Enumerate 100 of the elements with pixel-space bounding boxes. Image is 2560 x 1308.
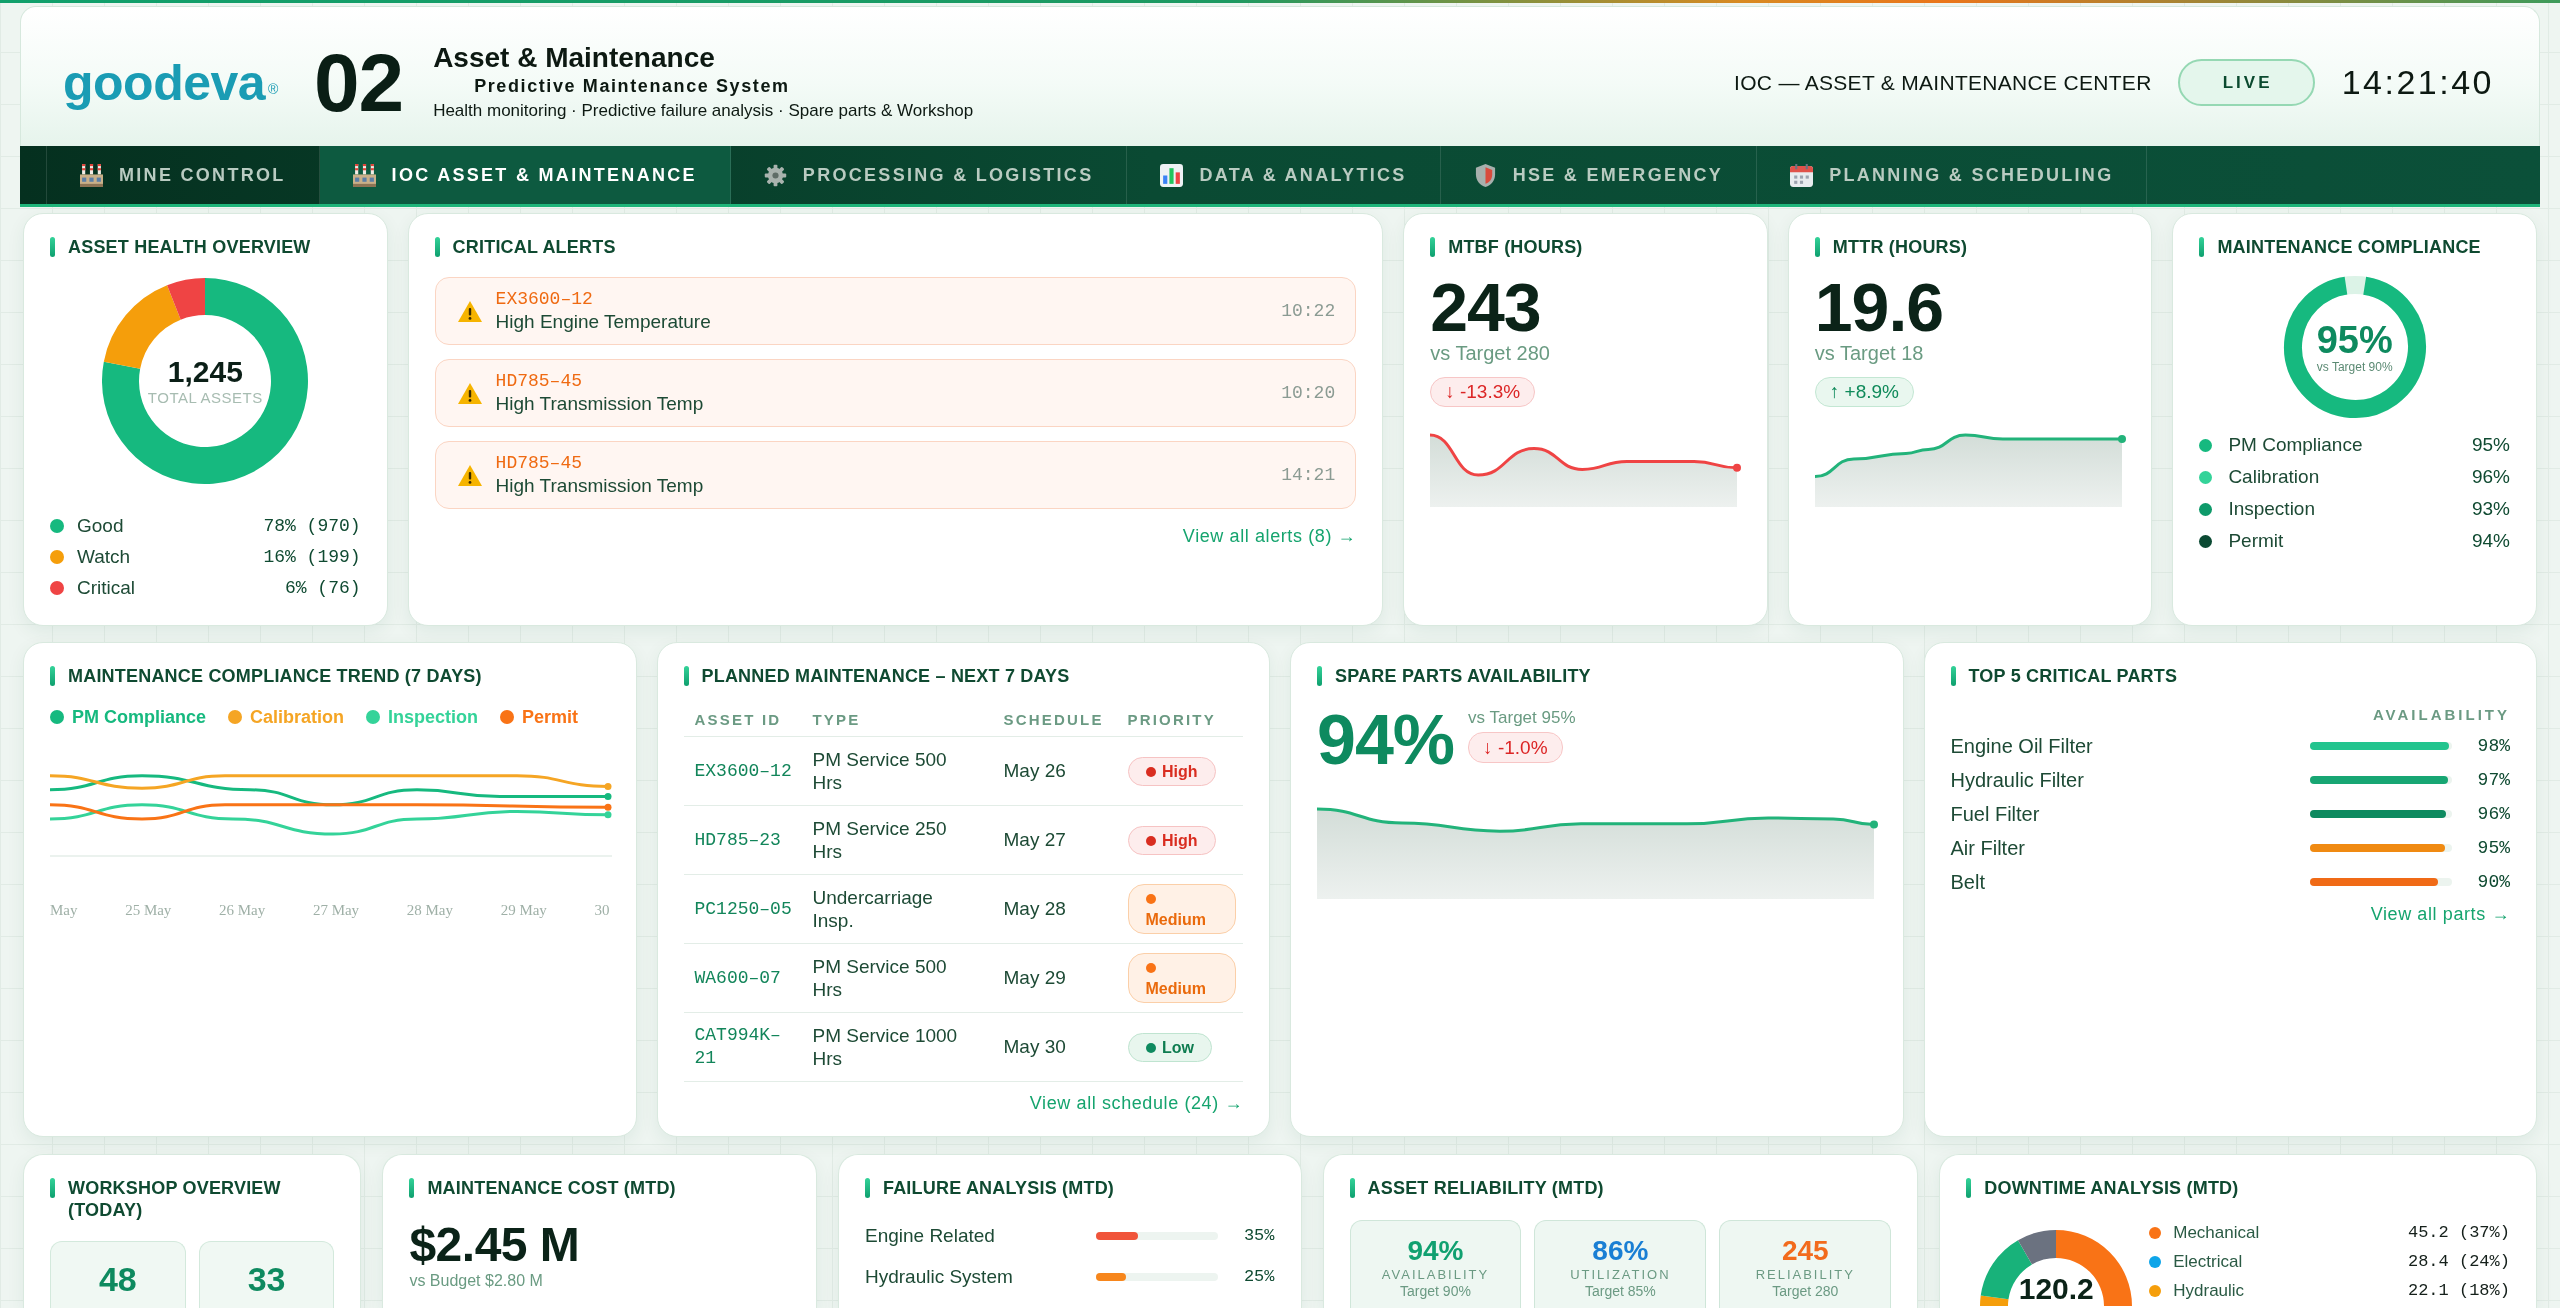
title-marker-icon xyxy=(864,1178,870,1198)
legend-label: Permit xyxy=(522,706,579,729)
title-marker-icon xyxy=(683,666,689,686)
stat-value: 86% xyxy=(1592,1235,1649,1267)
kpi-value: $2.45 M xyxy=(409,1219,580,1271)
part-name: Hydraulic Filter xyxy=(1950,768,2084,792)
failure-value: 25% xyxy=(1242,1267,1275,1286)
table-cell: HD785–23 xyxy=(694,828,781,852)
view-all-link[interactable]: View all schedule (24) → xyxy=(1029,1092,1243,1114)
table-cell: May 29 xyxy=(1003,967,1066,989)
legend-value: 78% (970) xyxy=(263,515,361,536)
card-title: ASSET RELIABILITY (MTD) xyxy=(1367,1177,1604,1199)
stat-value: 48 xyxy=(98,1262,137,1296)
asset-id: EX3600–12 xyxy=(495,288,593,310)
center-name: IOC — ASSET & MAINTENANCE CENTER xyxy=(1734,70,2152,95)
legend-label: Permit xyxy=(2228,530,2284,552)
part-name: Belt xyxy=(1950,870,1985,894)
alert-message: High Engine Temperature xyxy=(495,310,711,334)
legend-label: Inspection xyxy=(2228,498,2315,520)
change-badge: ↓ -13.3% xyxy=(1430,377,1536,407)
nav-tab[interactable]: PLANNING & SCHEDULING xyxy=(1757,146,2148,204)
title-marker-icon xyxy=(1814,237,1820,257)
bar-chart-icon xyxy=(1160,163,1184,187)
column-header: SCHEDULE xyxy=(1003,711,1105,728)
target-text: vs Target 18 xyxy=(1814,341,1924,365)
card-title: MTBF (HOURS) xyxy=(1448,236,1583,258)
change-badge: ↓ -1.0% xyxy=(1468,732,1563,763)
part-name: Engine Oil Filter xyxy=(1950,734,2093,758)
status-dot-icon xyxy=(1145,766,1156,777)
factory-icon xyxy=(80,163,103,187)
axis-label: 27 May xyxy=(312,901,360,919)
table-cell-text: Undercarriage Insp. xyxy=(812,886,934,932)
card-title: MAINTENANCE COMPLIANCE xyxy=(2217,236,2481,258)
table-cell: May 26 xyxy=(1003,760,1066,782)
stat-value: 33 xyxy=(247,1262,286,1296)
priority-label: High xyxy=(1161,762,1198,780)
warning-icon xyxy=(457,300,482,322)
table-cell: May 30 xyxy=(1003,1036,1066,1058)
card-title: PLANNED MAINTENANCE – NEXT 7 DAYS xyxy=(701,665,1070,687)
legend-value: 6% (76) xyxy=(284,577,361,598)
asset-id: HD785–45 xyxy=(495,370,582,392)
view-all-link[interactable]: View all parts → xyxy=(2370,903,2510,925)
alert-message: High Transmission Temp xyxy=(495,474,704,498)
title-marker-icon xyxy=(1950,666,1956,686)
card-title: FAILURE ANALYSIS (MTD) xyxy=(882,1177,1115,1199)
view-all-link[interactable]: View all alerts (8) → xyxy=(1182,525,1357,547)
nav-tab[interactable]: IOC ASSET & MAINTENANCE xyxy=(319,146,731,204)
title-marker-icon xyxy=(50,1178,55,1198)
legend-value: 95% xyxy=(2471,434,2510,456)
target-text: Target 85% xyxy=(1584,1283,1656,1300)
table-cell: PC1250–05 xyxy=(694,897,792,921)
warning-icon xyxy=(457,382,482,404)
total-label: TOTAL ASSETS xyxy=(147,389,263,407)
card-title: DOWNTIME ANALYSIS (MTD) xyxy=(1984,1177,2239,1199)
legend-label: Watch xyxy=(77,545,131,568)
status-dot-icon xyxy=(1145,963,1156,973)
target-text: vs Budget $2.80 M xyxy=(409,1271,543,1291)
alert-time: 14:21 xyxy=(1281,465,1336,485)
section-number: 02 xyxy=(313,41,404,124)
column-header: ASSET ID xyxy=(694,711,783,728)
target-text: vs Target 90% xyxy=(2316,360,2393,374)
nav-tab[interactable]: HSE & EMERGENCY xyxy=(1440,146,1758,204)
axis-label: 30 xyxy=(594,901,610,919)
priority-label: Medium xyxy=(1145,911,1206,928)
availability-value: 98% xyxy=(2476,736,2510,756)
nav-tab[interactable]: PROCESSING & LOGISTICS xyxy=(730,146,1128,204)
legend-label: Electrical xyxy=(2173,1251,2243,1272)
stat-label: AVAILABILITY xyxy=(1381,1267,1490,1283)
stat-label: UTILIZATION xyxy=(1570,1267,1671,1283)
axis-label: 28 May xyxy=(406,901,453,919)
nav-tab[interactable]: MINE CONTROL xyxy=(46,146,320,204)
part-name: Air Filter xyxy=(1950,836,2025,860)
card-title: MAINTENANCE COMPLIANCE TREND (7 DAYS) xyxy=(68,665,482,687)
table-cell-text: PM Service 1000 Hrs xyxy=(812,1024,959,1070)
column-header: TYPE xyxy=(812,711,862,728)
legend-value: 16% (199) xyxy=(263,546,361,567)
card-title: MTTR (HOURS) xyxy=(1832,236,1968,258)
alert-time: 10:20 xyxy=(1281,383,1336,403)
target-text: vs Target 280 xyxy=(1430,341,1550,365)
axis-label: 26 May xyxy=(219,901,266,919)
axis-label: 25 May xyxy=(125,901,172,919)
title-marker-icon xyxy=(50,237,55,257)
table-cell-text: PM Service 500 Hrs xyxy=(812,955,948,1001)
kpi-value: 19.6 xyxy=(1814,273,1944,341)
legend-label: Calibration xyxy=(2228,466,2320,488)
title-marker-icon xyxy=(1966,1178,1972,1198)
title-marker-icon xyxy=(1430,237,1436,257)
table-cell-text: PM Service 250 Hrs xyxy=(812,817,948,863)
alert-time: 10:22 xyxy=(1281,301,1336,321)
stat-label: RELIABILITY xyxy=(1755,1267,1855,1283)
compliance-value: 95% xyxy=(2316,320,2393,360)
priority-label: Medium xyxy=(1145,980,1206,997)
table-cell-text: PM Service 500 Hrs xyxy=(812,748,948,794)
kpi-value: 94% xyxy=(1317,705,1455,775)
table-cell: EX3600–12 xyxy=(694,759,792,783)
column-header: AVAILABILITY xyxy=(2372,705,2510,725)
target-text: Target 90% xyxy=(1400,1283,1471,1300)
nav-tab[interactable]: DATA & ANALYTICS xyxy=(1127,146,1441,204)
legend-label: Good xyxy=(77,514,124,537)
legend-value: 28.4 (24%) xyxy=(2407,1252,2510,1271)
